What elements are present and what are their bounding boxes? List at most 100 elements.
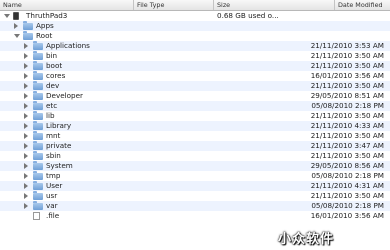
column-header-name[interactable]: Name xyxy=(0,0,134,10)
item-name: User xyxy=(46,181,63,190)
item-name: private xyxy=(46,141,72,150)
folder-icon xyxy=(33,151,43,160)
disclosure-collapsed-icon[interactable] xyxy=(24,83,28,89)
disclosure-collapsed-icon[interactable] xyxy=(24,103,28,109)
disclosure-collapsed-icon[interactable] xyxy=(24,163,28,169)
folder-icon xyxy=(33,111,43,120)
disclosure-collapsed-icon[interactable] xyxy=(24,203,28,209)
disclosure-collapsed-icon[interactable] xyxy=(14,23,18,29)
column-header-size[interactable]: Size xyxy=(214,0,335,10)
tree-row[interactable]: ThruthPad3 0.68 GB used o... xyxy=(0,11,390,21)
tree-row[interactable]: dev 21/11/2010 3:50 AM xyxy=(0,81,390,91)
disclosure-collapsed-icon[interactable] xyxy=(24,43,28,49)
date-modified-cell: 21/11/2010 3:47 AM xyxy=(310,141,384,150)
name-cell: private xyxy=(0,141,134,151)
tree-row[interactable]: .file 16/01/2010 3:56 AM xyxy=(0,211,390,221)
tree-row[interactable]: sbin 21/11/2010 3:50 AM xyxy=(0,151,390,161)
tree-row[interactable]: tmp 05/08/2010 2:18 PM xyxy=(0,171,390,181)
disclosure-collapsed-icon[interactable] xyxy=(24,123,28,129)
tree-row[interactable]: Apps xyxy=(0,21,390,31)
disclosure-expanded-icon[interactable] xyxy=(14,34,20,38)
disclosure-collapsed-icon[interactable] xyxy=(24,143,28,149)
folder-icon xyxy=(33,61,43,70)
date-modified-cell: 05/08/2010 2:18 PM xyxy=(311,201,384,210)
date-modified-cell: 16/01/2010 3:56 AM xyxy=(310,71,384,80)
device-icon xyxy=(13,12,19,20)
name-cell: boot xyxy=(0,61,134,71)
folder-icon xyxy=(23,21,33,30)
item-name: Developer xyxy=(46,91,83,100)
disclosure-collapsed-icon[interactable] xyxy=(24,133,28,139)
name-cell: Library xyxy=(0,121,134,131)
tree-row[interactable]: User 21/11/2010 4:31 AM xyxy=(0,181,390,191)
item-name: tmp xyxy=(46,171,61,180)
name-cell: etc xyxy=(0,101,134,111)
name-cell: mnt xyxy=(0,131,134,141)
item-name: ThruthPad3 xyxy=(26,11,68,20)
tree-row[interactable]: usr 21/11/2010 3:50 AM xyxy=(0,191,390,201)
date-modified-cell: 05/08/2010 2:18 PM xyxy=(311,171,384,180)
item-name: lib xyxy=(46,111,55,120)
disclosure-collapsed-icon[interactable] xyxy=(24,113,28,119)
tree-row[interactable]: var 05/08/2010 2:18 PM xyxy=(0,201,390,211)
tree-row[interactable]: Developer 29/05/2010 8:51 AM xyxy=(0,91,390,101)
watermark-text: 小众软件 xyxy=(278,232,335,247)
tree-row[interactable]: cores 16/01/2010 3:56 AM xyxy=(0,71,390,81)
date-modified-cell: 29/05/2010 8:51 AM xyxy=(310,91,384,100)
column-header-date-modified[interactable]: Date Modified xyxy=(335,0,390,10)
disclosure-collapsed-icon[interactable] xyxy=(24,153,28,159)
folder-icon xyxy=(33,131,43,140)
date-modified-cell xyxy=(280,31,384,41)
name-cell: Root xyxy=(0,31,134,41)
tree-row[interactable]: private 21/11/2010 3:47 AM xyxy=(0,141,390,151)
disclosure-expanded-icon[interactable] xyxy=(4,14,10,18)
disclosure-collapsed-icon[interactable] xyxy=(24,93,28,99)
folder-icon xyxy=(33,51,43,60)
disclosure-collapsed-icon[interactable] xyxy=(24,173,28,179)
folder-icon xyxy=(33,171,43,180)
tree-row[interactable]: bin 21/11/2010 3:50 AM xyxy=(0,51,390,61)
folder-icon xyxy=(33,161,43,170)
date-modified-cell: 21/11/2010 3:50 AM xyxy=(310,81,384,90)
date-modified-cell: 21/11/2010 3:53 AM xyxy=(310,41,384,50)
date-modified-cell: 21/11/2010 3:50 AM xyxy=(310,111,384,120)
name-cell: User xyxy=(0,181,134,191)
name-cell: dev xyxy=(0,81,134,91)
tree-row[interactable]: mnt 21/11/2010 3:50 AM xyxy=(0,131,390,141)
disclosure-collapsed-icon[interactable] xyxy=(24,53,28,59)
disclosure-collapsed-icon[interactable] xyxy=(24,183,28,189)
name-cell: var xyxy=(0,201,134,211)
tree-row[interactable]: boot 21/11/2010 3:50 AM xyxy=(0,61,390,71)
date-modified-cell: 29/05/2010 8:56 AM xyxy=(310,161,384,170)
name-cell: Developer xyxy=(0,91,134,101)
date-modified-cell: 16/01/2010 3:56 AM xyxy=(310,211,384,220)
folder-icon xyxy=(33,141,43,150)
name-cell: ThruthPad3 xyxy=(0,11,134,21)
date-modified-cell: 21/11/2010 3:50 AM xyxy=(310,51,384,60)
tree-row[interactable]: Applications 21/11/2010 3:53 AM xyxy=(0,41,390,51)
tree-row[interactable]: lib 21/11/2010 3:50 AM xyxy=(0,111,390,121)
date-modified-cell xyxy=(280,21,384,31)
date-modified-cell: 21/11/2010 4:33 AM xyxy=(310,121,384,130)
tree-row[interactable]: Library 21/11/2010 4:33 AM xyxy=(0,121,390,131)
disclosure-collapsed-icon[interactable] xyxy=(24,73,28,79)
column-header-file-type[interactable]: File Type xyxy=(134,0,214,10)
item-name: mnt xyxy=(46,131,61,140)
tree-row[interactable]: Root xyxy=(0,31,390,41)
disclosure-collapsed-icon[interactable] xyxy=(24,63,28,69)
item-name: cores xyxy=(46,71,66,80)
date-modified-cell: 21/11/2010 3:50 AM xyxy=(310,131,384,140)
date-modified-cell: 21/11/2010 3:50 AM xyxy=(310,151,384,160)
folder-icon xyxy=(33,121,43,130)
disclosure-collapsed-icon[interactable] xyxy=(24,193,28,199)
folder-icon xyxy=(33,191,43,200)
tree-row[interactable]: etc 05/08/2010 2:18 PM xyxy=(0,101,390,111)
folder-icon xyxy=(23,31,33,40)
item-name: dev xyxy=(46,81,60,90)
date-modified-cell xyxy=(280,11,384,21)
name-cell: .file xyxy=(0,211,134,221)
date-modified-cell: 05/08/2010 2:18 PM xyxy=(311,101,384,110)
item-name: Apps xyxy=(36,21,54,30)
name-cell: sbin xyxy=(0,151,134,161)
tree-row[interactable]: System 29/05/2010 8:56 AM xyxy=(0,161,390,171)
